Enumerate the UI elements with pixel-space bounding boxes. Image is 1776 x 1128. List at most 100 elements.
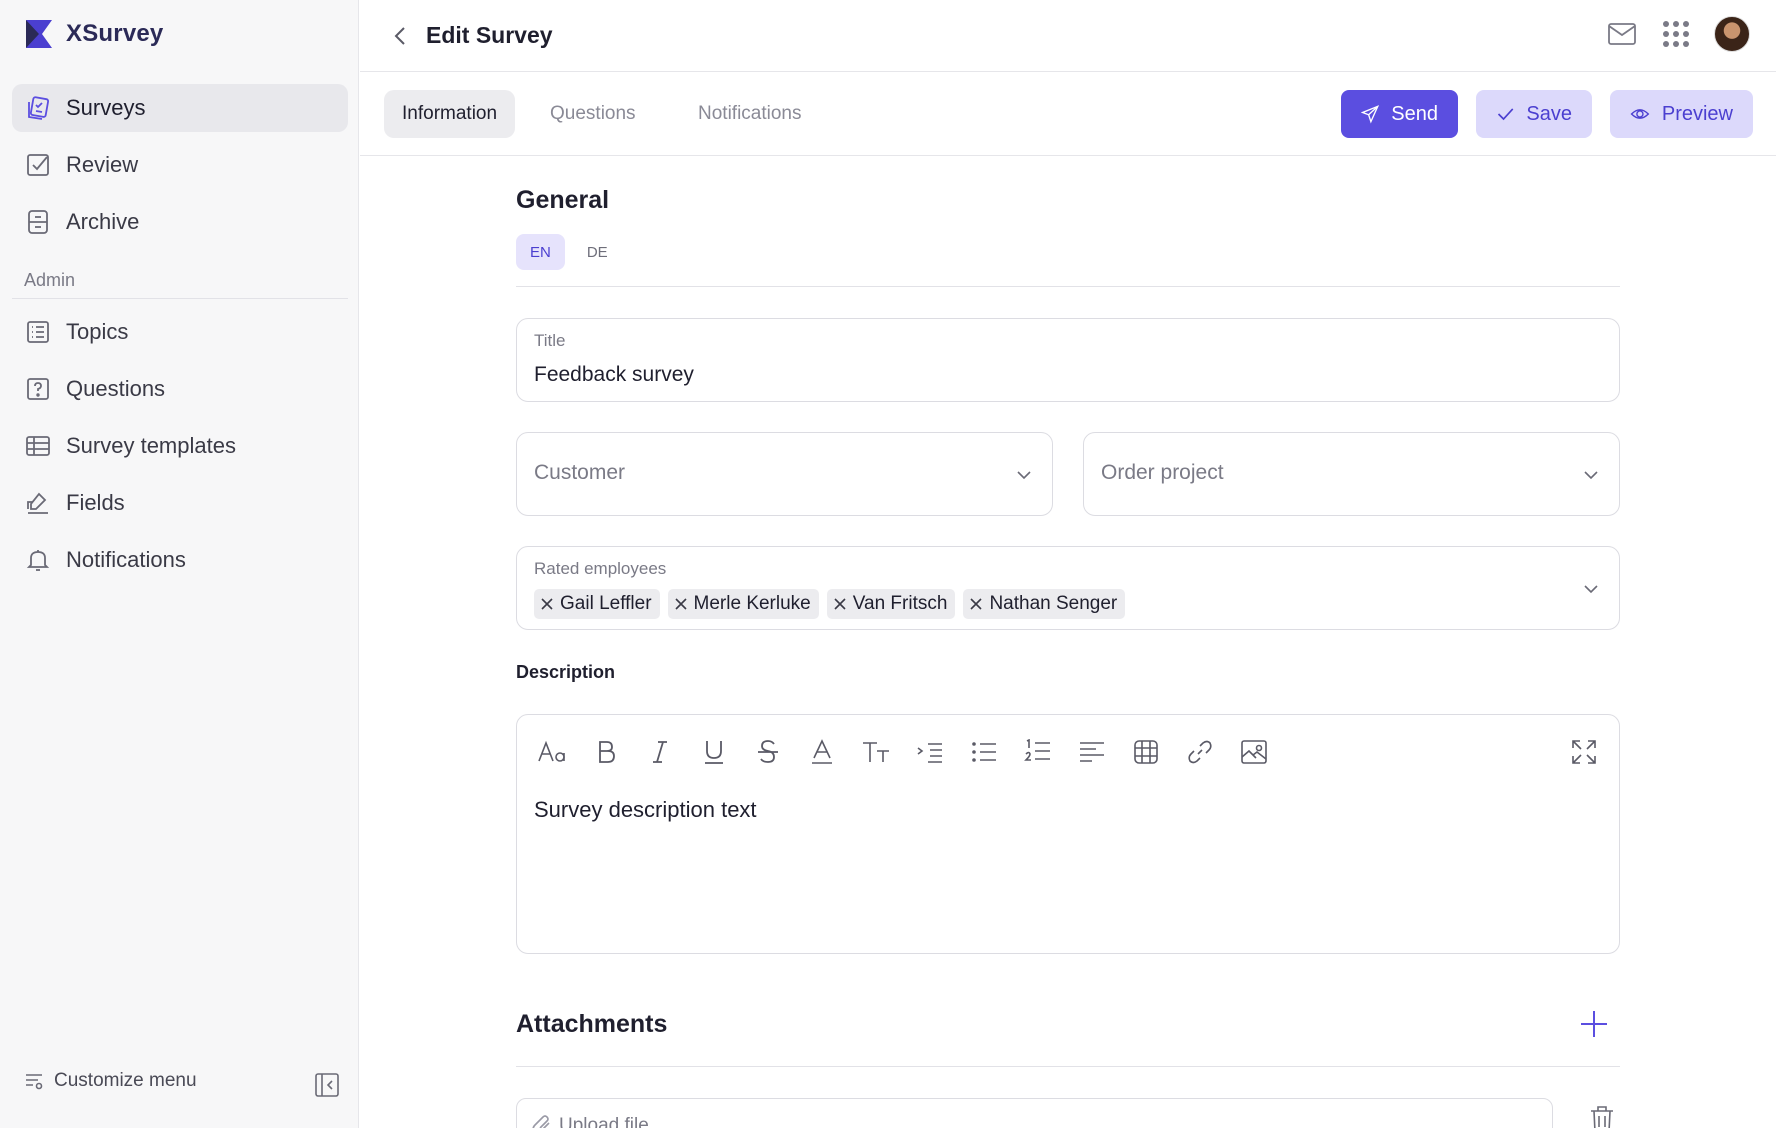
preview-button[interactable]: Preview xyxy=(1610,90,1753,138)
language-switcher: EN DE xyxy=(516,234,622,270)
sidebar-item-label: Survey templates xyxy=(66,433,236,458)
attachments-divider xyxy=(516,1066,1620,1067)
customer-select[interactable]: Customer xyxy=(516,432,1053,516)
remove-chip-icon[interactable] xyxy=(540,597,554,611)
tab-questions[interactable]: Questions xyxy=(532,90,654,138)
add-attachment-icon[interactable] xyxy=(1578,1008,1610,1040)
chevron-down-icon xyxy=(1584,471,1598,480)
admin-section-label: Admin xyxy=(24,270,76,290)
send-icon xyxy=(1361,105,1380,124)
indent-list-icon[interactable] xyxy=(913,735,947,769)
chevron-down-icon xyxy=(1584,585,1598,594)
title-value: Feedback survey xyxy=(534,363,694,386)
link-icon[interactable] xyxy=(1183,735,1217,769)
text-color-icon[interactable] xyxy=(805,735,839,769)
brand[interactable]: XSurvey xyxy=(24,18,163,50)
numbered-list-icon[interactable] xyxy=(1021,735,1055,769)
editor-toolbar xyxy=(535,735,1271,769)
sidebar-item-label: Topics xyxy=(66,319,129,344)
tab-information[interactable]: Information xyxy=(384,90,516,138)
top-header: Edit Survey xyxy=(360,0,1776,72)
remove-chip-icon[interactable] xyxy=(674,597,688,611)
strikethrough-icon[interactable] xyxy=(751,735,785,769)
employee-chips: Gail Leffler Merle Kerluke Van Fritsch N… xyxy=(534,589,1126,619)
lang-de-tab[interactable]: DE xyxy=(573,234,622,270)
upload-file-field[interactable]: Upload file xyxy=(516,1098,1553,1128)
save-label: Save xyxy=(1526,102,1572,125)
sidebar-item-survey-templates[interactable]: Survey templates xyxy=(12,422,348,470)
user-avatar[interactable] xyxy=(1714,16,1750,52)
upload-file-placeholder: Upload file xyxy=(559,1115,649,1128)
attachments-heading: Attachments xyxy=(516,1010,668,1038)
tab-bar: Information Questions Notifications Send… xyxy=(360,72,1776,156)
tab-notifications[interactable]: Notifications xyxy=(680,90,820,138)
check-icon xyxy=(1497,108,1514,121)
lang-en-tab[interactable]: EN xyxy=(516,234,565,270)
employee-chip: Nathan Senger xyxy=(963,589,1126,619)
sidebar-item-topics[interactable]: Topics xyxy=(12,308,348,356)
eye-icon xyxy=(1630,109,1650,119)
sidebar-item-surveys[interactable]: Surveys xyxy=(12,84,348,132)
title-label: Title xyxy=(534,331,566,350)
employee-chip: Gail Leffler xyxy=(534,589,660,619)
customer-placeholder: Customer xyxy=(534,461,626,484)
fields-icon xyxy=(24,489,52,517)
bell-icon xyxy=(24,546,52,574)
text-size-icon[interactable] xyxy=(859,735,893,769)
table-icon xyxy=(24,432,52,460)
sidebar-item-fields[interactable]: Fields xyxy=(12,479,348,527)
sidebar-nav: Surveys Review Archive xyxy=(12,84,348,255)
app-name: XSurvey xyxy=(66,20,164,47)
admin-nav: Topics Questions Survey templates Fields… xyxy=(12,308,348,593)
employee-chip: Merle Kerluke xyxy=(667,589,819,619)
sidebar: XSurvey Surveys Review Archive Admin Top… xyxy=(0,0,359,1128)
save-button[interactable]: Save xyxy=(1476,90,1592,138)
collapse-sidebar-icon[interactable] xyxy=(312,1070,342,1100)
employee-chip-label: Nathan Senger xyxy=(989,593,1118,614)
title-field[interactable]: Title Feedback survey xyxy=(516,318,1620,402)
remove-chip-icon[interactable] xyxy=(969,597,983,611)
sidebar-item-label: Fields xyxy=(66,490,125,515)
sidebar-item-questions[interactable]: Questions xyxy=(12,365,348,413)
sidebar-item-archive[interactable]: Archive xyxy=(12,198,348,246)
table-icon[interactable] xyxy=(1129,735,1163,769)
rated-employees-label: Rated employees xyxy=(534,559,667,578)
underline-icon[interactable] xyxy=(697,735,731,769)
preview-label: Preview xyxy=(1661,102,1733,125)
align-left-icon[interactable] xyxy=(1075,735,1109,769)
employee-chip: Van Fritsch xyxy=(826,589,956,619)
sidebar-item-review[interactable]: Review xyxy=(12,141,348,189)
chevron-down-icon xyxy=(1017,471,1031,480)
order-project-placeholder: Order project xyxy=(1101,461,1224,484)
employee-chip-label: Merle Kerluke xyxy=(693,593,811,614)
surveys-icon xyxy=(24,94,52,122)
sidebar-item-notifications[interactable]: Notifications xyxy=(12,536,348,584)
customize-menu-label: Customize menu xyxy=(54,1070,197,1091)
remove-chip-icon[interactable] xyxy=(833,597,847,611)
apps-grid-icon[interactable] xyxy=(1660,18,1692,50)
order-project-select[interactable]: Order project xyxy=(1083,432,1620,516)
archive-icon xyxy=(24,208,52,236)
employee-chip-label: Van Fritsch xyxy=(852,593,948,614)
description-editor[interactable]: Survey description text xyxy=(516,714,1620,954)
back-chevron-icon[interactable] xyxy=(388,22,414,50)
italic-icon[interactable] xyxy=(643,735,677,769)
questions-icon xyxy=(24,375,52,403)
expand-icon[interactable] xyxy=(1567,735,1601,769)
send-button[interactable]: Send xyxy=(1341,90,1458,138)
bullet-list-icon[interactable] xyxy=(967,735,1001,769)
page-title: Edit Survey xyxy=(426,22,553,48)
paperclip-icon xyxy=(532,1115,550,1128)
mail-icon[interactable] xyxy=(1606,18,1638,50)
image-icon[interactable] xyxy=(1237,735,1271,769)
customize-menu-button[interactable]: Customize menu xyxy=(24,1070,197,1092)
font-size-icon[interactable] xyxy=(535,735,569,769)
rated-employees-select[interactable]: Rated employees Gail Leffler Merle Kerlu… xyxy=(516,546,1620,630)
trash-icon[interactable] xyxy=(1588,1104,1616,1128)
sidebar-item-label: Surveys xyxy=(66,95,146,120)
sidebar-item-label: Archive xyxy=(66,209,140,234)
sidebar-item-label: Notifications xyxy=(66,547,186,572)
xsurvey-logo-icon xyxy=(26,20,52,48)
bold-icon[interactable] xyxy=(589,735,623,769)
description-label: Description xyxy=(516,662,616,682)
